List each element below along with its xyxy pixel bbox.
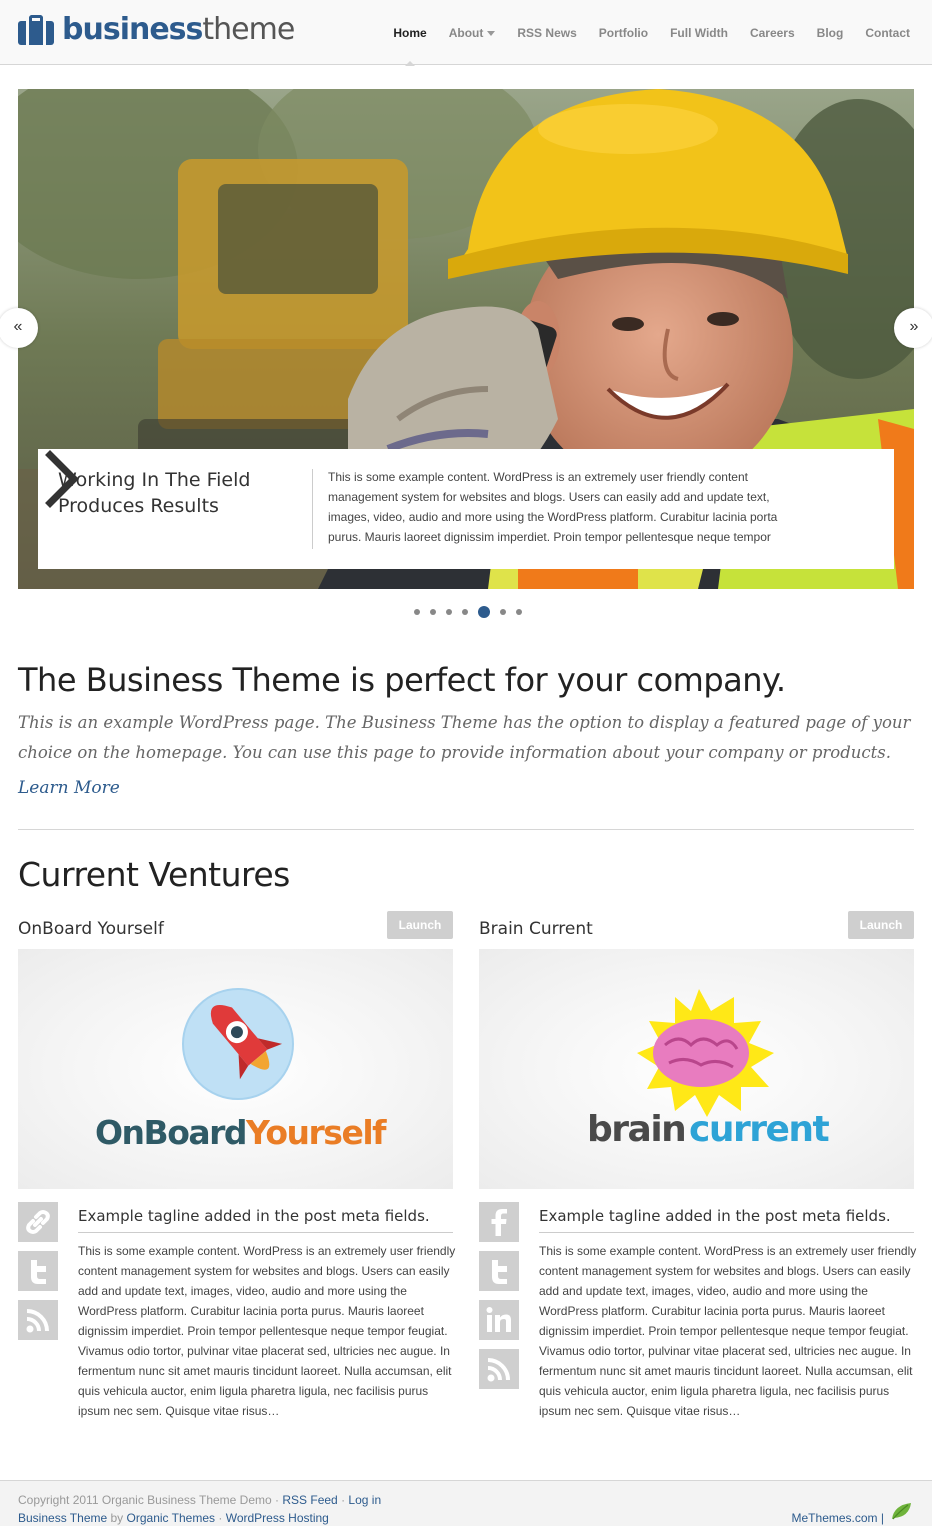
business-theme-link[interactable]: Business Theme [18, 1511, 107, 1525]
hero-slider[interactable]: Working In The Field Produces Results Th… [18, 89, 914, 589]
rss-feed-link[interactable]: RSS Feed [282, 1493, 337, 1507]
venture-image[interactable]: OnBoard Yourself [18, 949, 453, 1189]
venture-description: This is some example content. WordPress … [539, 1244, 917, 1418]
svg-text:brain: brain [587, 1109, 685, 1150]
slider-dot[interactable] [516, 609, 522, 615]
site-footer: Copyright 2011 Organic Business Theme De… [0, 1480, 932, 1526]
logo-text-bold: business [62, 12, 203, 47]
facebook-icon[interactable] [479, 1202, 519, 1242]
linkedin-icon[interactable] [479, 1300, 519, 1340]
section-divider [18, 829, 914, 830]
venture-image[interactable]: brain current [479, 949, 914, 1189]
learn-more-link[interactable]: Learn More [18, 778, 120, 798]
login-link[interactable]: Log in [348, 1493, 381, 1507]
nav-full-width[interactable]: Full Width [670, 0, 728, 65]
footer-line-1: Copyright 2011 Organic Business Theme De… [18, 1493, 382, 1507]
link-icon[interactable] [18, 1202, 58, 1242]
slide-text: This is some example content. WordPress … [328, 470, 778, 544]
twitter-icon[interactable] [18, 1251, 58, 1291]
svg-text:Yourself: Yourself [245, 1113, 387, 1152]
rss-icon[interactable] [479, 1349, 519, 1389]
slide-title: Working In The Field Produces Results [58, 469, 251, 517]
site-header: businesstheme Home About RSS News Portfo… [0, 0, 932, 66]
methemes-link[interactable]: MeThemes.com | [792, 1511, 884, 1525]
rss-icon[interactable] [18, 1300, 58, 1340]
svg-text:current: current [689, 1109, 830, 1150]
twitter-icon[interactable] [479, 1251, 519, 1291]
featured-text: This is an example WordPress page. The B… [18, 713, 911, 762]
slider-pagination [0, 606, 932, 618]
nav-blog[interactable]: Blog [817, 0, 844, 65]
nav-about[interactable]: About [449, 0, 496, 65]
venture-description: This is some example content. WordPress … [78, 1244, 456, 1418]
footer-line-2: Business Theme by Organic Themes · WordP… [18, 1511, 329, 1525]
launch-button[interactable]: Launch [848, 911, 914, 939]
wordpress-hosting-link[interactable]: WordPress Hosting [226, 1511, 329, 1525]
nav-rss-news[interactable]: RSS News [517, 0, 576, 65]
nav-contact[interactable]: Contact [865, 0, 910, 65]
slider-dot[interactable] [500, 609, 506, 615]
logo-text: businesstheme [62, 12, 295, 47]
slider-dot[interactable] [462, 609, 468, 615]
launch-button[interactable]: Launch [387, 911, 453, 939]
slider-next-button[interactable]: » [894, 308, 932, 348]
venture-tagline: Example tagline added in the post meta f… [78, 1206, 453, 1233]
ventures-title: Current Ventures [18, 855, 290, 894]
featured-title: The Business Theme is perfect for your c… [18, 661, 786, 699]
site-logo[interactable]: businesstheme [18, 12, 295, 47]
nav-careers[interactable]: Careers [750, 0, 795, 65]
leaf-icon [892, 1503, 911, 1520]
slider-dot[interactable] [446, 609, 452, 615]
nav-home[interactable]: Home [393, 0, 427, 66]
main-nav: Home About RSS News Portfolio Full Width… [371, 0, 910, 66]
caption-divider [312, 469, 313, 549]
venture-tagline: Example tagline added in the post meta f… [539, 1206, 914, 1233]
venture-name[interactable]: OnBoard Yourself [18, 919, 164, 939]
organic-themes-link[interactable]: Organic Themes [127, 1511, 215, 1525]
chevron-right-icon[interactable] [38, 449, 88, 509]
slider-dot[interactable] [414, 609, 420, 615]
nav-portfolio[interactable]: Portfolio [599, 0, 648, 65]
briefcase-icon [18, 15, 54, 45]
venture-name[interactable]: Brain Current [479, 919, 593, 939]
svg-text:OnBoard: OnBoard [95, 1113, 246, 1152]
slide-caption: Working In The Field Produces Results Th… [38, 449, 894, 569]
logo-text-light: theme [202, 12, 295, 47]
chevron-down-icon [487, 31, 496, 37]
braincurrent-logo: brain current [587, 989, 831, 1150]
onboard-logo: OnBoard Yourself [95, 988, 389, 1152]
copyright-text: Copyright 2011 Organic Business Theme De… [18, 1493, 272, 1507]
slider-dot[interactable] [430, 609, 436, 615]
slider-dot-active[interactable] [478, 606, 490, 618]
